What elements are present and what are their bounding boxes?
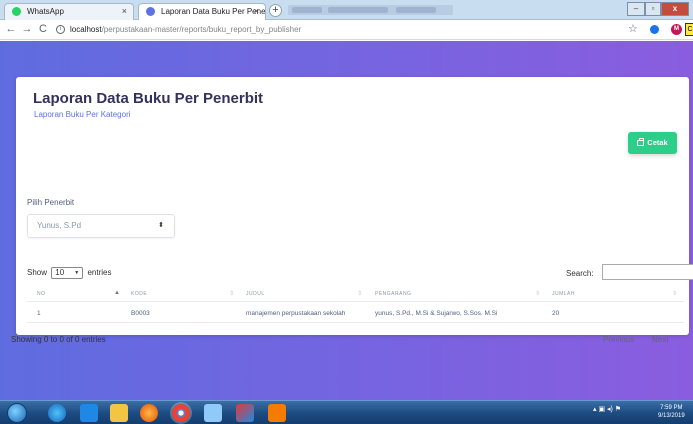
blurred-window-title	[288, 5, 453, 15]
site-info-icon[interactable]: i	[56, 25, 65, 35]
table-row: 1 B0003 manajemen perpustakaan sekolah y…	[27, 304, 684, 323]
column-header-no[interactable]: NO	[37, 291, 46, 297]
forward-button[interactable]: →	[20, 22, 34, 36]
tab-whatsapp[interactable]: WhatsApp ×	[4, 3, 134, 20]
tab-title: WhatsApp	[27, 7, 64, 16]
window-manager-icon[interactable]	[204, 404, 222, 422]
site-favicon-icon	[146, 7, 155, 16]
url-host: localhost	[70, 25, 102, 34]
publisher-select-value: Yunus, S.Pd	[37, 221, 82, 230]
close-tab-icon[interactable]: ×	[254, 4, 259, 19]
cell-pengarang: yunus, S.Pd., M.Si & Sujarwo, S.Sos. M.S…	[375, 310, 498, 317]
cell-jumlah: 20	[552, 310, 560, 317]
print-button-label: Cetak	[647, 138, 668, 147]
start-button[interactable]	[7, 403, 27, 423]
file-explorer-icon[interactable]	[110, 404, 128, 422]
column-header-kode[interactable]: KODE	[131, 291, 147, 297]
publisher-label: Pilih Penerbit	[27, 198, 75, 207]
url-input[interactable]: i localhost/perpustakaan-master/reports/b…	[56, 23, 616, 37]
minimize-button[interactable]: –	[627, 2, 645, 16]
cell-kode: B0003	[131, 310, 150, 317]
media-player-icon[interactable]	[80, 404, 98, 422]
sort-icon[interactable]: ⇕	[229, 290, 234, 297]
taskbar-clock[interactable]: 7:59 PM 9/13/2019	[658, 404, 685, 420]
window-controls: – ▫ x	[627, 2, 689, 16]
page-subtitle: Laporan Buku Per Kategori	[34, 110, 131, 119]
cell-no: 1	[37, 310, 41, 317]
print-button[interactable]: Cetak	[628, 132, 677, 154]
close-tab-icon[interactable]: ×	[122, 4, 127, 19]
printer-icon	[637, 138, 645, 146]
close-window-button[interactable]: x	[661, 2, 689, 16]
select-arrows-icon: ⬍	[158, 222, 164, 229]
xampp-icon[interactable]	[268, 404, 286, 422]
search-label: Search:	[566, 269, 594, 278]
ie-icon[interactable]	[48, 404, 66, 422]
pagination-next[interactable]: Next	[652, 335, 668, 344]
entries-length-control: Show 10 ▼ entries	[27, 267, 112, 279]
tab-title: Laporan Data Buku Per Penerbit	[161, 7, 266, 16]
clock-time: 7:59 PM	[660, 405, 683, 411]
url-path: /perpustakaan-master/reports/buku_report…	[101, 25, 302, 34]
chrome-icon[interactable]	[172, 404, 190, 422]
show-label: Show	[27, 268, 48, 277]
table-header: NO ▲ KODE ⇕ JUDUL ⇕ PENGARANG ⇕ JUMLAH ⇕	[27, 287, 684, 302]
sort-icon[interactable]: ⇕	[535, 290, 540, 297]
search-input[interactable]	[602, 264, 693, 280]
maximize-button[interactable]: ▫	[645, 2, 661, 16]
column-header-jumlah[interactable]: JUMLAH	[552, 291, 575, 297]
pagination-previous[interactable]: Previous	[603, 335, 634, 344]
address-bar-row: ← → C i localhost/perpustakaan-master/rep…	[0, 20, 693, 40]
profile-avatar[interactable]: M	[671, 24, 682, 35]
sort-asc-icon[interactable]: ▲	[114, 290, 120, 296]
entries-per-page-value: 10	[55, 268, 65, 277]
cell-judul: manajemen perpustakaan sekolah	[246, 310, 346, 317]
new-tab-button[interactable]: +	[269, 4, 282, 17]
column-header-judul[interactable]: JUDUL	[246, 291, 265, 297]
sort-icon[interactable]: ⇕	[357, 290, 362, 297]
chevron-down-icon: ▼	[74, 270, 80, 276]
taskbar: ▴ ▣ ◂) ⚑ 7:59 PM 9/13/2019	[0, 400, 693, 424]
table-info: Showing 0 to 0 of 0 entries	[11, 335, 106, 344]
back-button[interactable]: ←	[4, 22, 18, 36]
app-icon[interactable]	[236, 404, 254, 422]
sort-icon[interactable]: ⇕	[672, 290, 677, 297]
column-header-pengarang[interactable]: PENGARANG	[375, 291, 411, 297]
bookmark-star-icon[interactable]: ☆	[628, 22, 638, 35]
reload-button[interactable]: C	[36, 22, 50, 36]
extension-icon[interactable]	[650, 25, 659, 34]
whatsapp-icon	[12, 7, 21, 16]
entries-per-page-select[interactable]: 10 ▼	[51, 267, 84, 279]
publisher-select[interactable]: Yunus, S.Pd ⬍	[27, 214, 175, 238]
clock-date: 9/13/2019	[658, 413, 685, 419]
firefox-icon[interactable]	[140, 404, 158, 422]
extension-icon[interactable]: C	[685, 23, 693, 36]
system-tray[interactable]: ▴ ▣ ◂) ⚑	[593, 405, 621, 413]
page-title: Laporan Data Buku Per Penerbit	[33, 90, 264, 107]
tab-laporan[interactable]: Laporan Data Buku Per Penerbit ×	[138, 3, 266, 20]
browser-tab-bar: WhatsApp × Laporan Data Buku Per Penerbi…	[0, 0, 693, 20]
entries-label: entries	[87, 268, 112, 277]
